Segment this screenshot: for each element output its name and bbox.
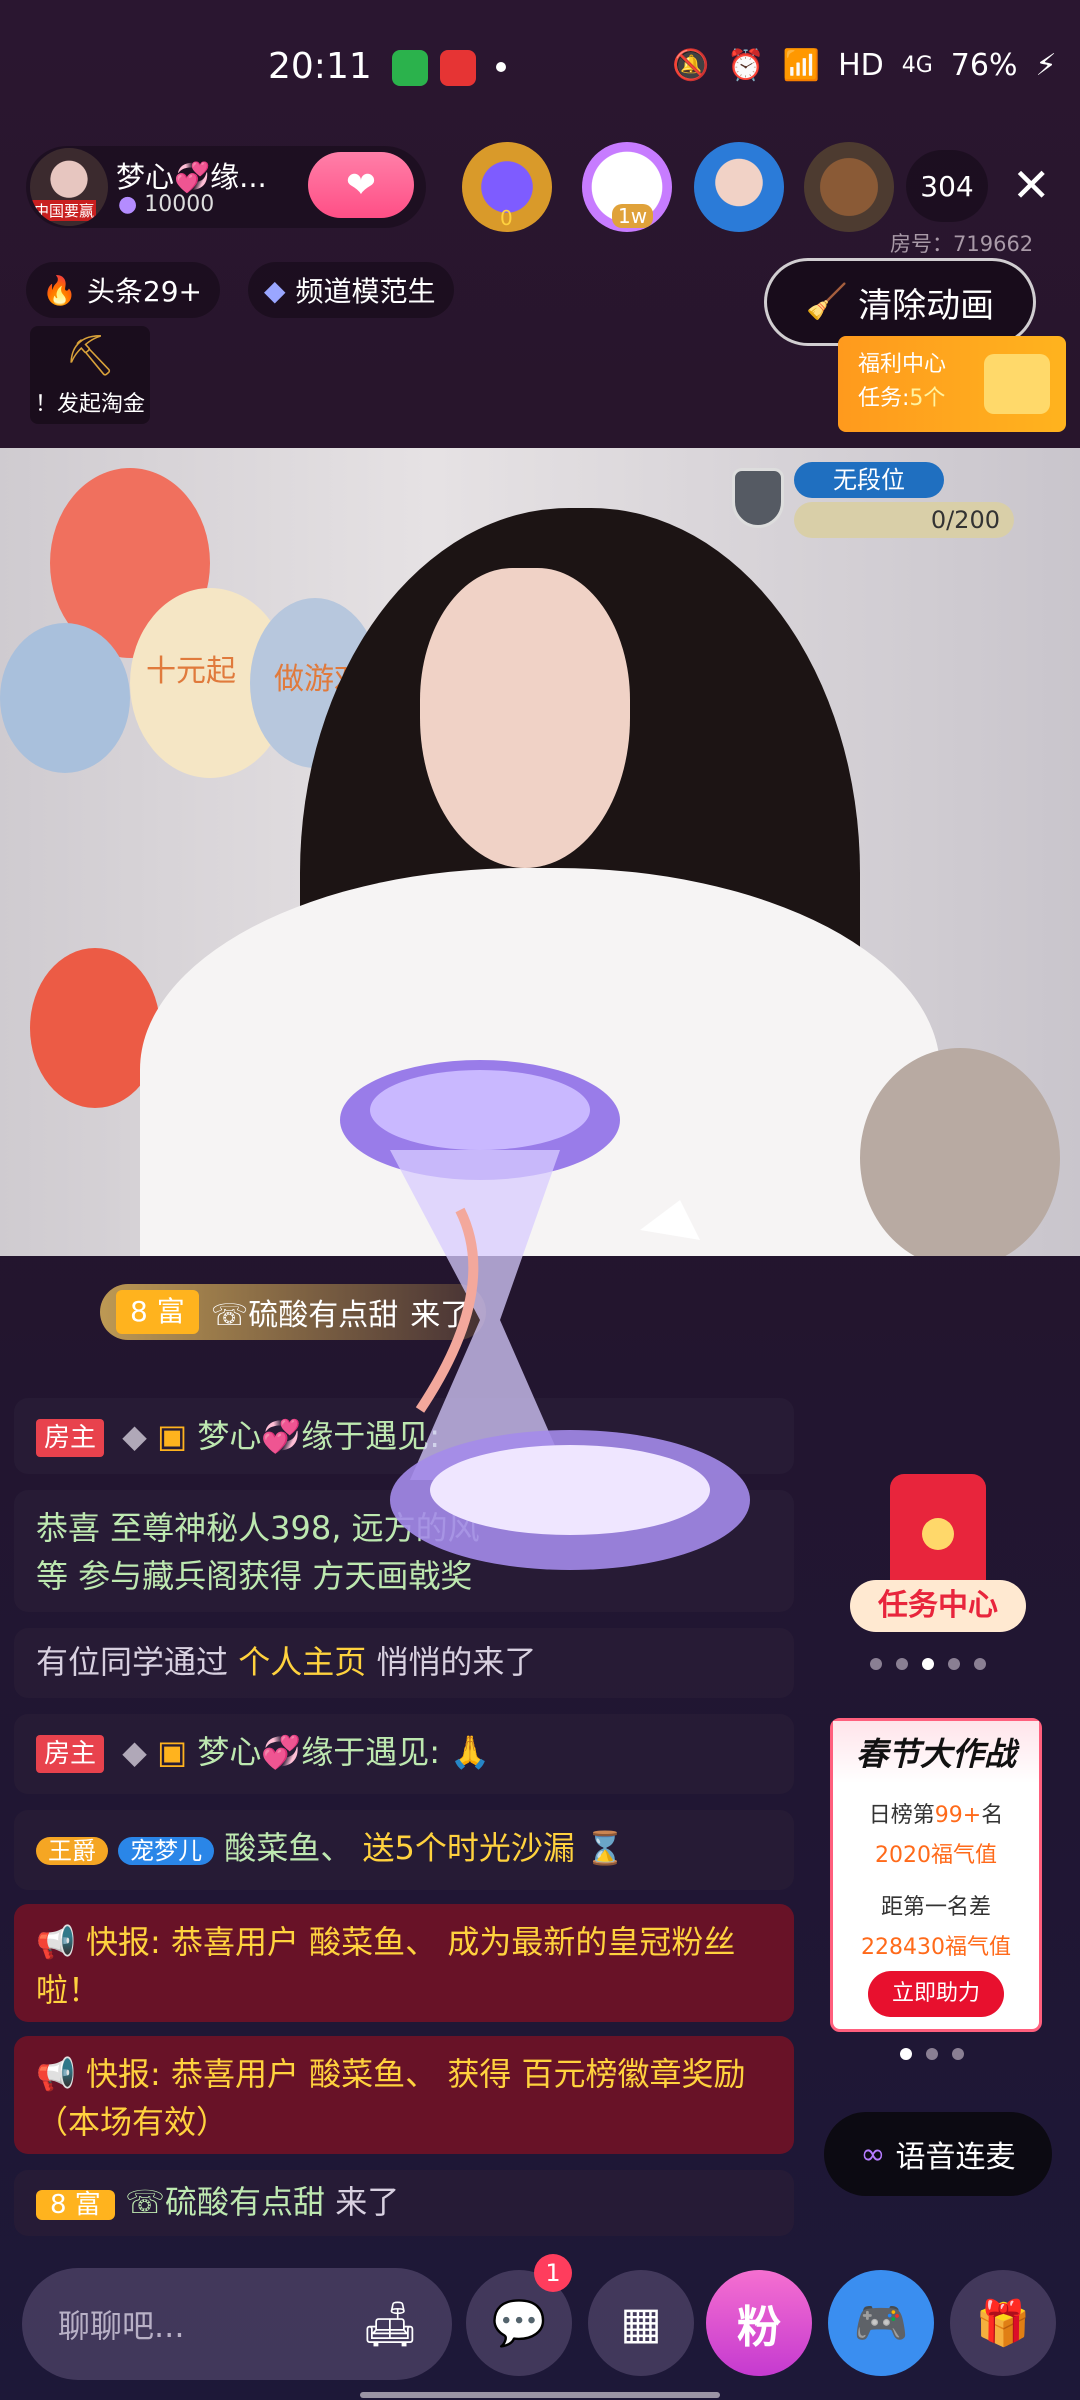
link-icon: ∞ [860, 2136, 886, 2172]
shield-icon [732, 468, 784, 528]
game-button[interactable]: 🎮 [828, 2270, 934, 2376]
host-badge: 房主 [36, 1419, 105, 1457]
online-count[interactable]: 304 [906, 150, 988, 222]
hourglass-gift-animation [340, 1060, 750, 1570]
charging-icon: ⚡ [1035, 48, 1057, 83]
heart-plus-icon: ❤ [345, 164, 377, 206]
shovel-icon: ⛏ [64, 333, 116, 379]
chat-enter-message: 8 富 ☏硫酸有点甜 来了 [14, 2170, 794, 2236]
gamepad-icon: 🎮 [853, 2298, 909, 2349]
host-badge: 房主 [36, 1735, 105, 1773]
headline-tag[interactable]: 🔥 头条29+ [26, 262, 220, 318]
dot-icon [496, 62, 506, 72]
level-icon: ▣ [156, 1733, 188, 1771]
voice-link-button[interactable]: ∞ 语音连麦 [824, 2112, 1052, 2196]
spring-festival-event-card[interactable]: 春节大作战 日榜第99+名 2020福气值 距第一名差 228430福气值 立即… [830, 1718, 1042, 2032]
sofa-icon[interactable]: 🛋 [362, 2298, 418, 2350]
grid-icon: ▦ [620, 2297, 662, 2349]
message-count-badge: 1 [534, 2254, 572, 2292]
megaphone-icon: 📢 [36, 1923, 76, 1961]
status-bar: 20:11 🔕 ⏰ 📶 HD 4G 76% ⚡ [0, 0, 1080, 136]
gift-button[interactable]: 🎁 [950, 2270, 1056, 2376]
more-apps-button[interactable]: ▦ [588, 2270, 694, 2376]
clear-animation-button[interactable]: 🧹 清除动画 [764, 258, 1036, 346]
flash-news-message: 📢 快报: 恭喜用户 酸菜鱼、 获得 百元榜徽章奖励（本场有效） [14, 2036, 794, 2154]
balloon [0, 623, 130, 773]
viewer-rank-badge-2[interactable]: 1w [582, 142, 672, 232]
rank-icon: ◆ [122, 1417, 147, 1455]
alarm-icon: ⏰ [727, 48, 765, 83]
streamer-face [420, 568, 630, 868]
event-pager [900, 2048, 964, 2060]
clock: 20:11 [268, 46, 372, 87]
viewer-avatar-3[interactable] [694, 142, 784, 232]
battery-label: 76% [950, 48, 1018, 83]
rank-progress: 0/200 [794, 502, 1014, 538]
mute-icon: 🔕 [672, 48, 710, 83]
flame-icon: 🔥 [42, 273, 77, 307]
home-indicator [360, 2392, 720, 2398]
broom-icon: 🧹 [805, 282, 849, 322]
welfare-center-button[interactable]: 福利中心 任务:5个 [838, 336, 1066, 432]
rank-tier: 无段位 [794, 462, 944, 498]
balloon-text-left: 十元起 [146, 654, 236, 689]
fan-badge: 宠梦儿 [118, 1837, 215, 1865]
chat-gift-message[interactable]: 王爵 宠梦儿 酸菜鱼、 送5个时光沙漏 ⌛ [14, 1810, 794, 1890]
room-number: 房号：719662 [890, 232, 1034, 256]
message-icon: 💬 [491, 2298, 547, 2349]
viewer-avatar-4[interactable] [804, 142, 894, 232]
noble-badge: 王爵 [36, 1837, 108, 1865]
anchor-fans: ● 10000 [118, 192, 215, 217]
task-pager [870, 1658, 986, 1670]
signal-label: 4G [901, 53, 933, 78]
profile-link[interactable]: 个人主页 [238, 1643, 366, 1681]
chat-input[interactable]: 聊聊吧... 🛋 [22, 2268, 452, 2380]
hd-label: HD [838, 48, 884, 83]
chat-enter-message: 有位同学通过 个人主页 悄悄的来了 [14, 1628, 794, 1698]
event-title: 春节大作战 [833, 1721, 1039, 1783]
follow-heart-button[interactable]: ❤ [308, 152, 414, 218]
anchor-name: 梦心💞缘... [116, 160, 267, 194]
chat-message[interactable]: 房主 ◆ ▣ 梦心💞缘于遇见: 🙏 [14, 1714, 794, 1794]
video-notification-icon [440, 50, 476, 86]
wealth-level-badge: 8 富 [36, 2190, 115, 2220]
medal-icon: ◆ [264, 273, 286, 307]
megaphone-icon: 📢 [36, 2055, 76, 2093]
fans-club-button[interactable]: 粉 [706, 2270, 812, 2376]
task-center-button[interactable]: 任务中心 [846, 1460, 1030, 1660]
wifi-icon: 📶 [782, 48, 821, 83]
wealth-level-badge: 8 富 [116, 1290, 199, 1334]
microphone [860, 1048, 1060, 1256]
treasure-chest-icon [984, 354, 1050, 414]
status-icons: 🔕 ⏰ 📶 HD 4G 76% ⚡ [672, 48, 1057, 83]
level-icon: ▣ [156, 1417, 188, 1455]
anchor-avatar[interactable]: 中国要赢 [30, 148, 108, 226]
boost-button[interactable]: 立即助力 [868, 1971, 1004, 2017]
envelope-seal-icon [922, 1518, 954, 1550]
channel-tag[interactable]: ◆ 频道模范生 [248, 262, 454, 318]
viewer-rank-badge-1[interactable]: 0 [462, 142, 552, 232]
app-notification-icon [392, 50, 428, 86]
hourglass-icon: ⌛ [585, 1829, 625, 1867]
live-room: 20:11 🔕 ⏰ 📶 HD 4G 76% ⚡ 中国要赢 梦心💞缘... ● 1… [0, 0, 1080, 2400]
flash-news-message: 📢 快报: 恭喜用户 酸菜鱼、 成为最新的皇冠粉丝啦！ [14, 1904, 794, 2022]
treasure-hunt-button[interactable]: ⛏ ！发起淘金 [30, 326, 150, 424]
gift-icon: 🎁 [975, 2298, 1031, 2349]
rank-icon: ◆ [122, 1733, 147, 1771]
close-icon[interactable]: ✕ [1012, 160, 1051, 210]
coin-icon: ● [118, 192, 138, 217]
